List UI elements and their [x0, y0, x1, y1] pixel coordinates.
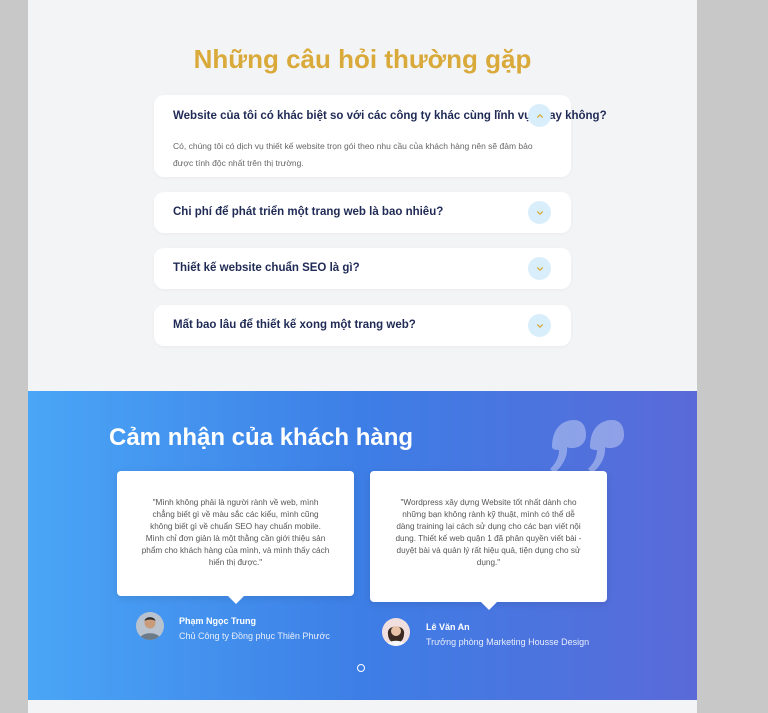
testimonial-role: Trưởng phòng Marketing Housse Design: [426, 637, 590, 647]
testimonial-card-2: "Wordpress xây dựng Website tốt nhất dàn…: [370, 471, 607, 610]
right-gutter: [697, 0, 768, 713]
testimonials-title: Cảm nhận của khách hàng: [109, 424, 414, 451]
testimonials-section: Cảm nhận của khách hàng "Mình không phải…: [28, 391, 697, 700]
faq-answer: Có, chúng tôi có dịch vụ thiết kế websit…: [173, 141, 533, 168]
faq-item-2[interactable]: Chi phí để phát triển một trang web là b…: [154, 192, 571, 233]
chevron-up-icon[interactable]: [528, 104, 551, 127]
testimonial-text: "Wordpress xây dựng Website tốt nhất dàn…: [395, 498, 582, 567]
faq-title: Những câu hỏi thường gặp: [193, 44, 532, 74]
faq-question[interactable]: Chi phí để phát triển một trang web là b…: [173, 206, 443, 218]
chevron-down-icon[interactable]: [528, 257, 551, 280]
faq-item-3[interactable]: Thiết kế website chuẩn SEO là gì?: [154, 248, 571, 289]
testimonial-name: Lê Văn An: [426, 622, 470, 632]
testimonial-card-1: "Mình không phải là người rành về web, m…: [117, 471, 354, 604]
faq-question[interactable]: Mất bao lâu để thiết kế xong một trang w…: [173, 319, 416, 331]
faq-question[interactable]: Thiết kế website chuẩn SEO là gì?: [173, 262, 360, 274]
testimonial-name: Phạm Ngọc Trung: [179, 616, 257, 626]
faq-item-4[interactable]: Mất bao lâu để thiết kế xong một trang w…: [154, 305, 571, 346]
avatar: [136, 612, 164, 640]
testimonial-role: Chủ Công ty Đồng phục Thiên Phước: [179, 631, 330, 641]
pagination-dot[interactable]: [357, 664, 365, 672]
chevron-down-icon[interactable]: [528, 201, 551, 224]
chevron-down-icon[interactable]: [528, 314, 551, 337]
testimonial-text: "Mình không phải là người rành về web, m…: [141, 498, 330, 567]
avatar: [382, 618, 410, 646]
quote-mark-icon: [550, 420, 624, 473]
next-section: [28, 700, 697, 713]
faq-item-1[interactable]: Website của tôi có khác biệt so với các …: [154, 95, 607, 177]
